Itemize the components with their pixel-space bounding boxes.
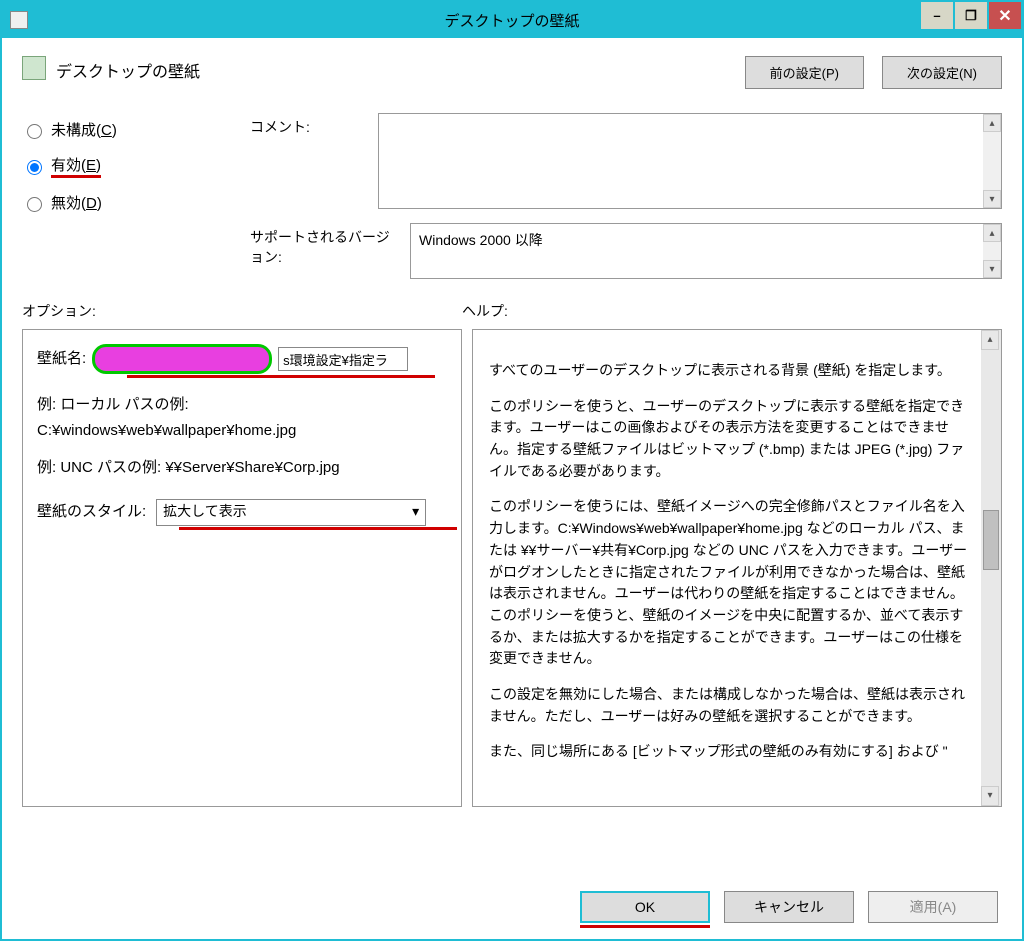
annotation-redline — [127, 375, 435, 378]
example-label: 例: ローカル パスの例: — [37, 392, 447, 418]
next-setting-button[interactable]: 次の設定(N) — [882, 56, 1002, 89]
scroll-up-icon[interactable]: ▴ — [983, 114, 1001, 132]
wallpaper-name-label: 壁紙名: — [37, 346, 86, 372]
previous-setting-button[interactable]: 前の設定(P) — [745, 56, 864, 89]
window-icon — [10, 11, 28, 29]
help-paragraph: すべてのユーザーのデスクトップに表示される背景 (壁紙) を指定します。 — [489, 360, 973, 382]
radio-label-part: ) — [112, 122, 117, 139]
scroll-up-icon[interactable]: ▴ — [981, 330, 999, 350]
close-button[interactable]: ✕ — [988, 2, 1022, 30]
comment-scrollbar[interactable]: ▴ ▾ — [983, 114, 1001, 208]
comment-label: コメント: — [250, 113, 368, 137]
radio-enabled[interactable]: 有効(E) — [22, 154, 232, 178]
radio-accel: D — [86, 195, 97, 212]
radio-accel: E — [86, 157, 96, 174]
help-paragraph: このポリシーを使うと、ユーザーのデスクトップに表示する壁紙を指定できます。ユーザ… — [489, 396, 973, 483]
scroll-down-icon[interactable]: ▾ — [983, 260, 1001, 278]
radio-enabled-input[interactable] — [27, 160, 42, 175]
supported-label: サポートされるバージョン: — [250, 223, 400, 267]
next-setting-label: 次の設定(N) — [907, 66, 977, 81]
help-paragraph: このポリシーを使うには、壁紙イメージへの完全修飾パスとファイル名を入力します。C… — [489, 496, 973, 670]
minimize-button[interactable]: – — [920, 2, 954, 30]
previous-setting-label: 前の設定(P) — [770, 66, 839, 81]
radio-disabled[interactable]: 無効(D) — [22, 192, 232, 213]
help-scrollbar[interactable]: ▴ ▾ — [981, 330, 1001, 806]
annotation-redline — [179, 527, 457, 530]
options-section-label: オプション: — [22, 301, 462, 321]
radio-label-part: ) — [97, 195, 102, 212]
policy-title: デスクトップの壁紙 — [56, 56, 745, 82]
wallpaper-name-input[interactable]: s環境設定¥指定ラ — [278, 347, 408, 371]
radio-accel: C — [101, 122, 112, 139]
annotation-redline — [580, 925, 710, 928]
example-value: C:¥windows¥web¥wallpaper¥home.jpg — [37, 418, 447, 444]
comment-textarea[interactable]: ▴ ▾ — [378, 113, 1002, 209]
radio-label-part: 未構成( — [51, 122, 101, 139]
scrollbar-thumb[interactable] — [983, 510, 999, 570]
title-bar: デスクトップの壁紙 – ❐ ✕ — [2, 2, 1022, 38]
radio-label-part: ) — [96, 157, 101, 174]
window-frame: デスクトップの壁紙 – ❐ ✕ デスクトップの壁紙 前の設定(P) 次の設定(N… — [0, 0, 1024, 941]
radio-not-configured-input[interactable] — [27, 124, 42, 139]
chevron-down-icon: ▾ — [412, 500, 419, 524]
ok-button[interactable]: OK — [580, 891, 710, 923]
wallpaper-style-label: 壁紙のスタイル: — [37, 499, 146, 525]
help-paragraph: また、同じ場所にある [ビットマップ形式の壁紙のみ有効にする] および " — [489, 741, 973, 763]
options-panel: 壁紙名: s環境設定¥指定ラ 例: ローカル パスの例: C:¥windows¥… — [22, 329, 462, 807]
help-panel: すべてのユーザーのデスクトップに表示される背景 (壁紙) を指定します。 このポ… — [472, 329, 1002, 807]
help-section-label: ヘルプ: — [462, 301, 508, 321]
radio-label-part: 有効( — [51, 157, 86, 174]
policy-icon — [22, 56, 46, 80]
cancel-button[interactable]: キャンセル — [724, 891, 854, 923]
supported-on-value: Windows 2000 以降 — [419, 232, 543, 248]
local-path-example: 例: ローカル パスの例: C:¥windows¥web¥wallpaper¥h… — [37, 392, 447, 443]
radio-not-configured[interactable]: 未構成(C) — [22, 119, 232, 140]
radio-disabled-input[interactable] — [27, 197, 42, 212]
scroll-down-icon[interactable]: ▾ — [981, 786, 999, 806]
scroll-down-icon[interactable]: ▾ — [983, 190, 1001, 208]
wallpaper-style-value: 拡大して表示 — [163, 500, 247, 524]
maximize-button[interactable]: ❐ — [954, 2, 988, 30]
redacted-highlight — [92, 344, 272, 374]
window-title: デスクトップの壁紙 — [2, 10, 1022, 31]
apply-button: 適用(A) — [868, 891, 998, 923]
help-paragraph: この設定を無効にした場合、または構成しなかった場合は、壁紙は表示されません。ただ… — [489, 684, 973, 727]
supported-scrollbar[interactable]: ▴ ▾ — [983, 224, 1001, 278]
unc-path-example: 例: UNC パスの例: ¥¥Server¥Share¥Corp.jpg — [37, 455, 447, 481]
wallpaper-style-select[interactable]: 拡大して表示 ▾ — [156, 499, 426, 526]
scroll-up-icon[interactable]: ▴ — [983, 224, 1001, 242]
supported-on-box: Windows 2000 以降 ▴ ▾ — [410, 223, 1002, 279]
radio-label-part: 無効( — [51, 195, 86, 212]
